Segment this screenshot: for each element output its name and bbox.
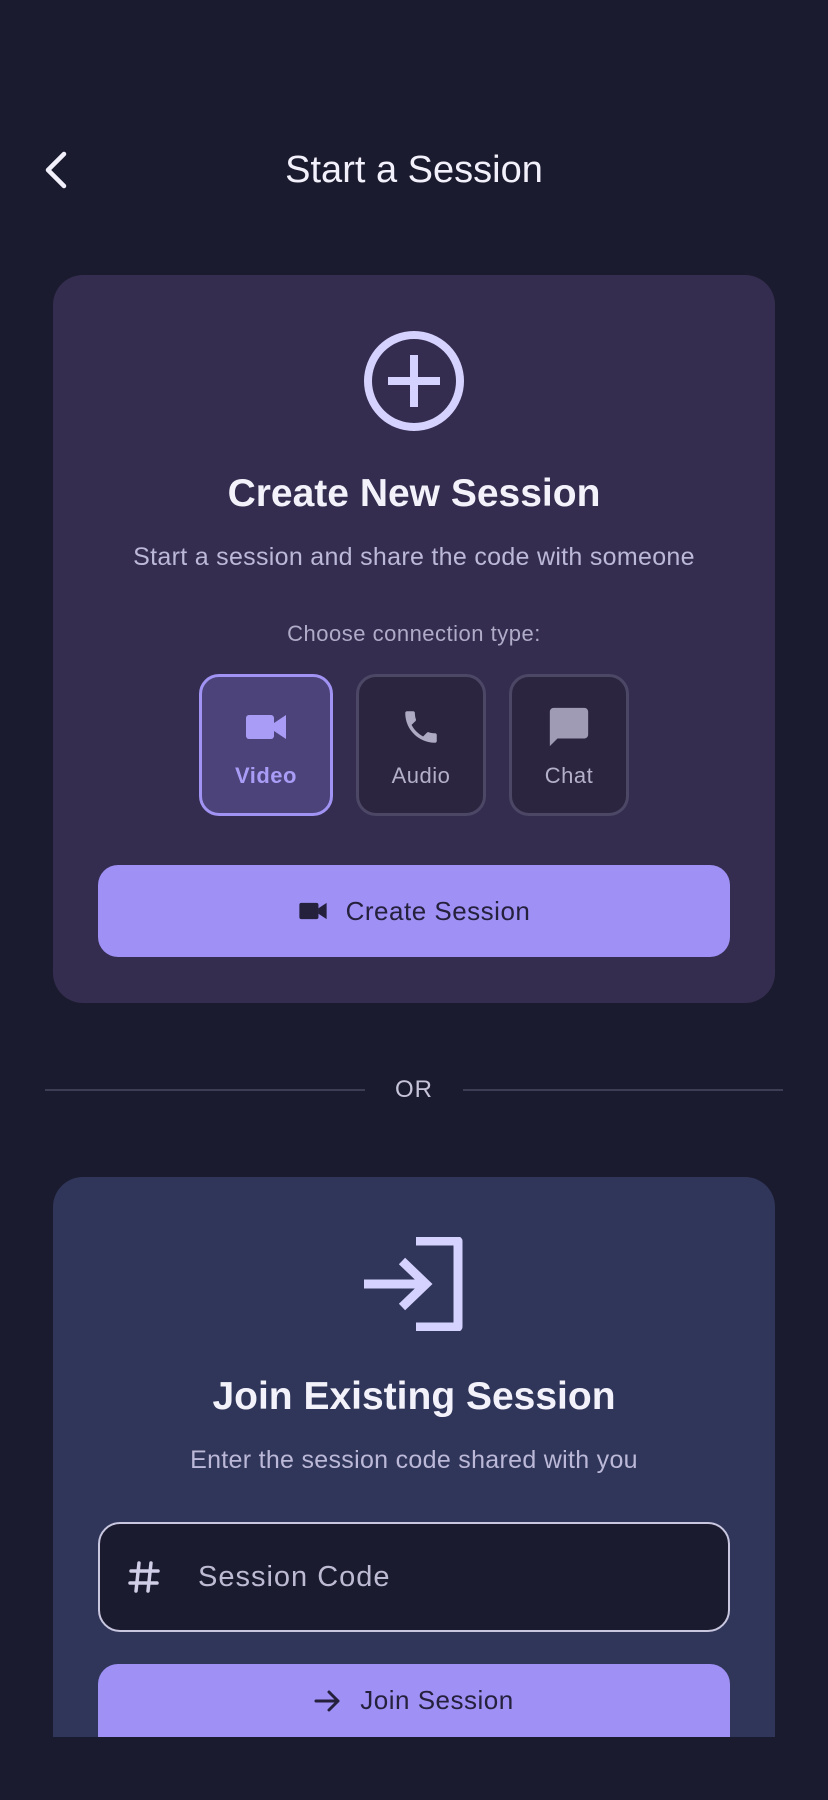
- add-circle-icon: [362, 329, 466, 433]
- or-divider: OR: [45, 1070, 783, 1110]
- create-session-title: Create New Session: [227, 472, 601, 515]
- join-session-title: Join Existing Session: [212, 1375, 616, 1418]
- join-session-subtitle: Enter the session code shared with you: [190, 1446, 638, 1474]
- connection-type-chat[interactable]: Chat: [509, 674, 629, 816]
- connection-type-label: Choose connection type:: [287, 621, 541, 646]
- divider-line-right: [463, 1089, 783, 1091]
- phone-icon: [400, 705, 442, 749]
- join-session-card: Join Existing Session Enter the session …: [53, 1177, 775, 1737]
- join-session-button[interactable]: Join Session: [98, 1664, 730, 1737]
- chat-bubble-icon: [546, 705, 592, 749]
- video-camera-icon: [298, 902, 327, 920]
- page-title: Start a Session: [285, 149, 543, 191]
- connection-type-audio[interactable]: Audio: [356, 674, 486, 816]
- divider-line-left: [45, 1089, 365, 1091]
- connection-type-video[interactable]: Video: [199, 674, 333, 816]
- create-session-subtitle: Start a session and share the code with …: [133, 543, 695, 571]
- create-session-button[interactable]: Create Session: [98, 865, 730, 957]
- create-session-card: Create New Session Start a session and s…: [53, 275, 775, 1003]
- login-icon: [362, 1237, 466, 1331]
- join-session-button-label: Join Session: [360, 1685, 514, 1715]
- session-code-input[interactable]: [196, 1559, 728, 1595]
- session-code-field[interactable]: [98, 1522, 730, 1632]
- video-camera-icon: [244, 705, 288, 749]
- connection-type-label-chat: Chat: [544, 763, 594, 788]
- create-session-button-label: Create Session: [345, 895, 531, 926]
- arrow-right-icon: [314, 1690, 340, 1711]
- hash-icon: [128, 1560, 160, 1594]
- connection-type-label-video: Video: [234, 763, 297, 788]
- connection-type-selector: Video Audio Chat: [53, 674, 775, 820]
- app-header: Start a Session: [0, 120, 828, 220]
- connection-type-label-audio: Audio: [391, 763, 451, 788]
- divider-text: OR: [395, 1076, 433, 1103]
